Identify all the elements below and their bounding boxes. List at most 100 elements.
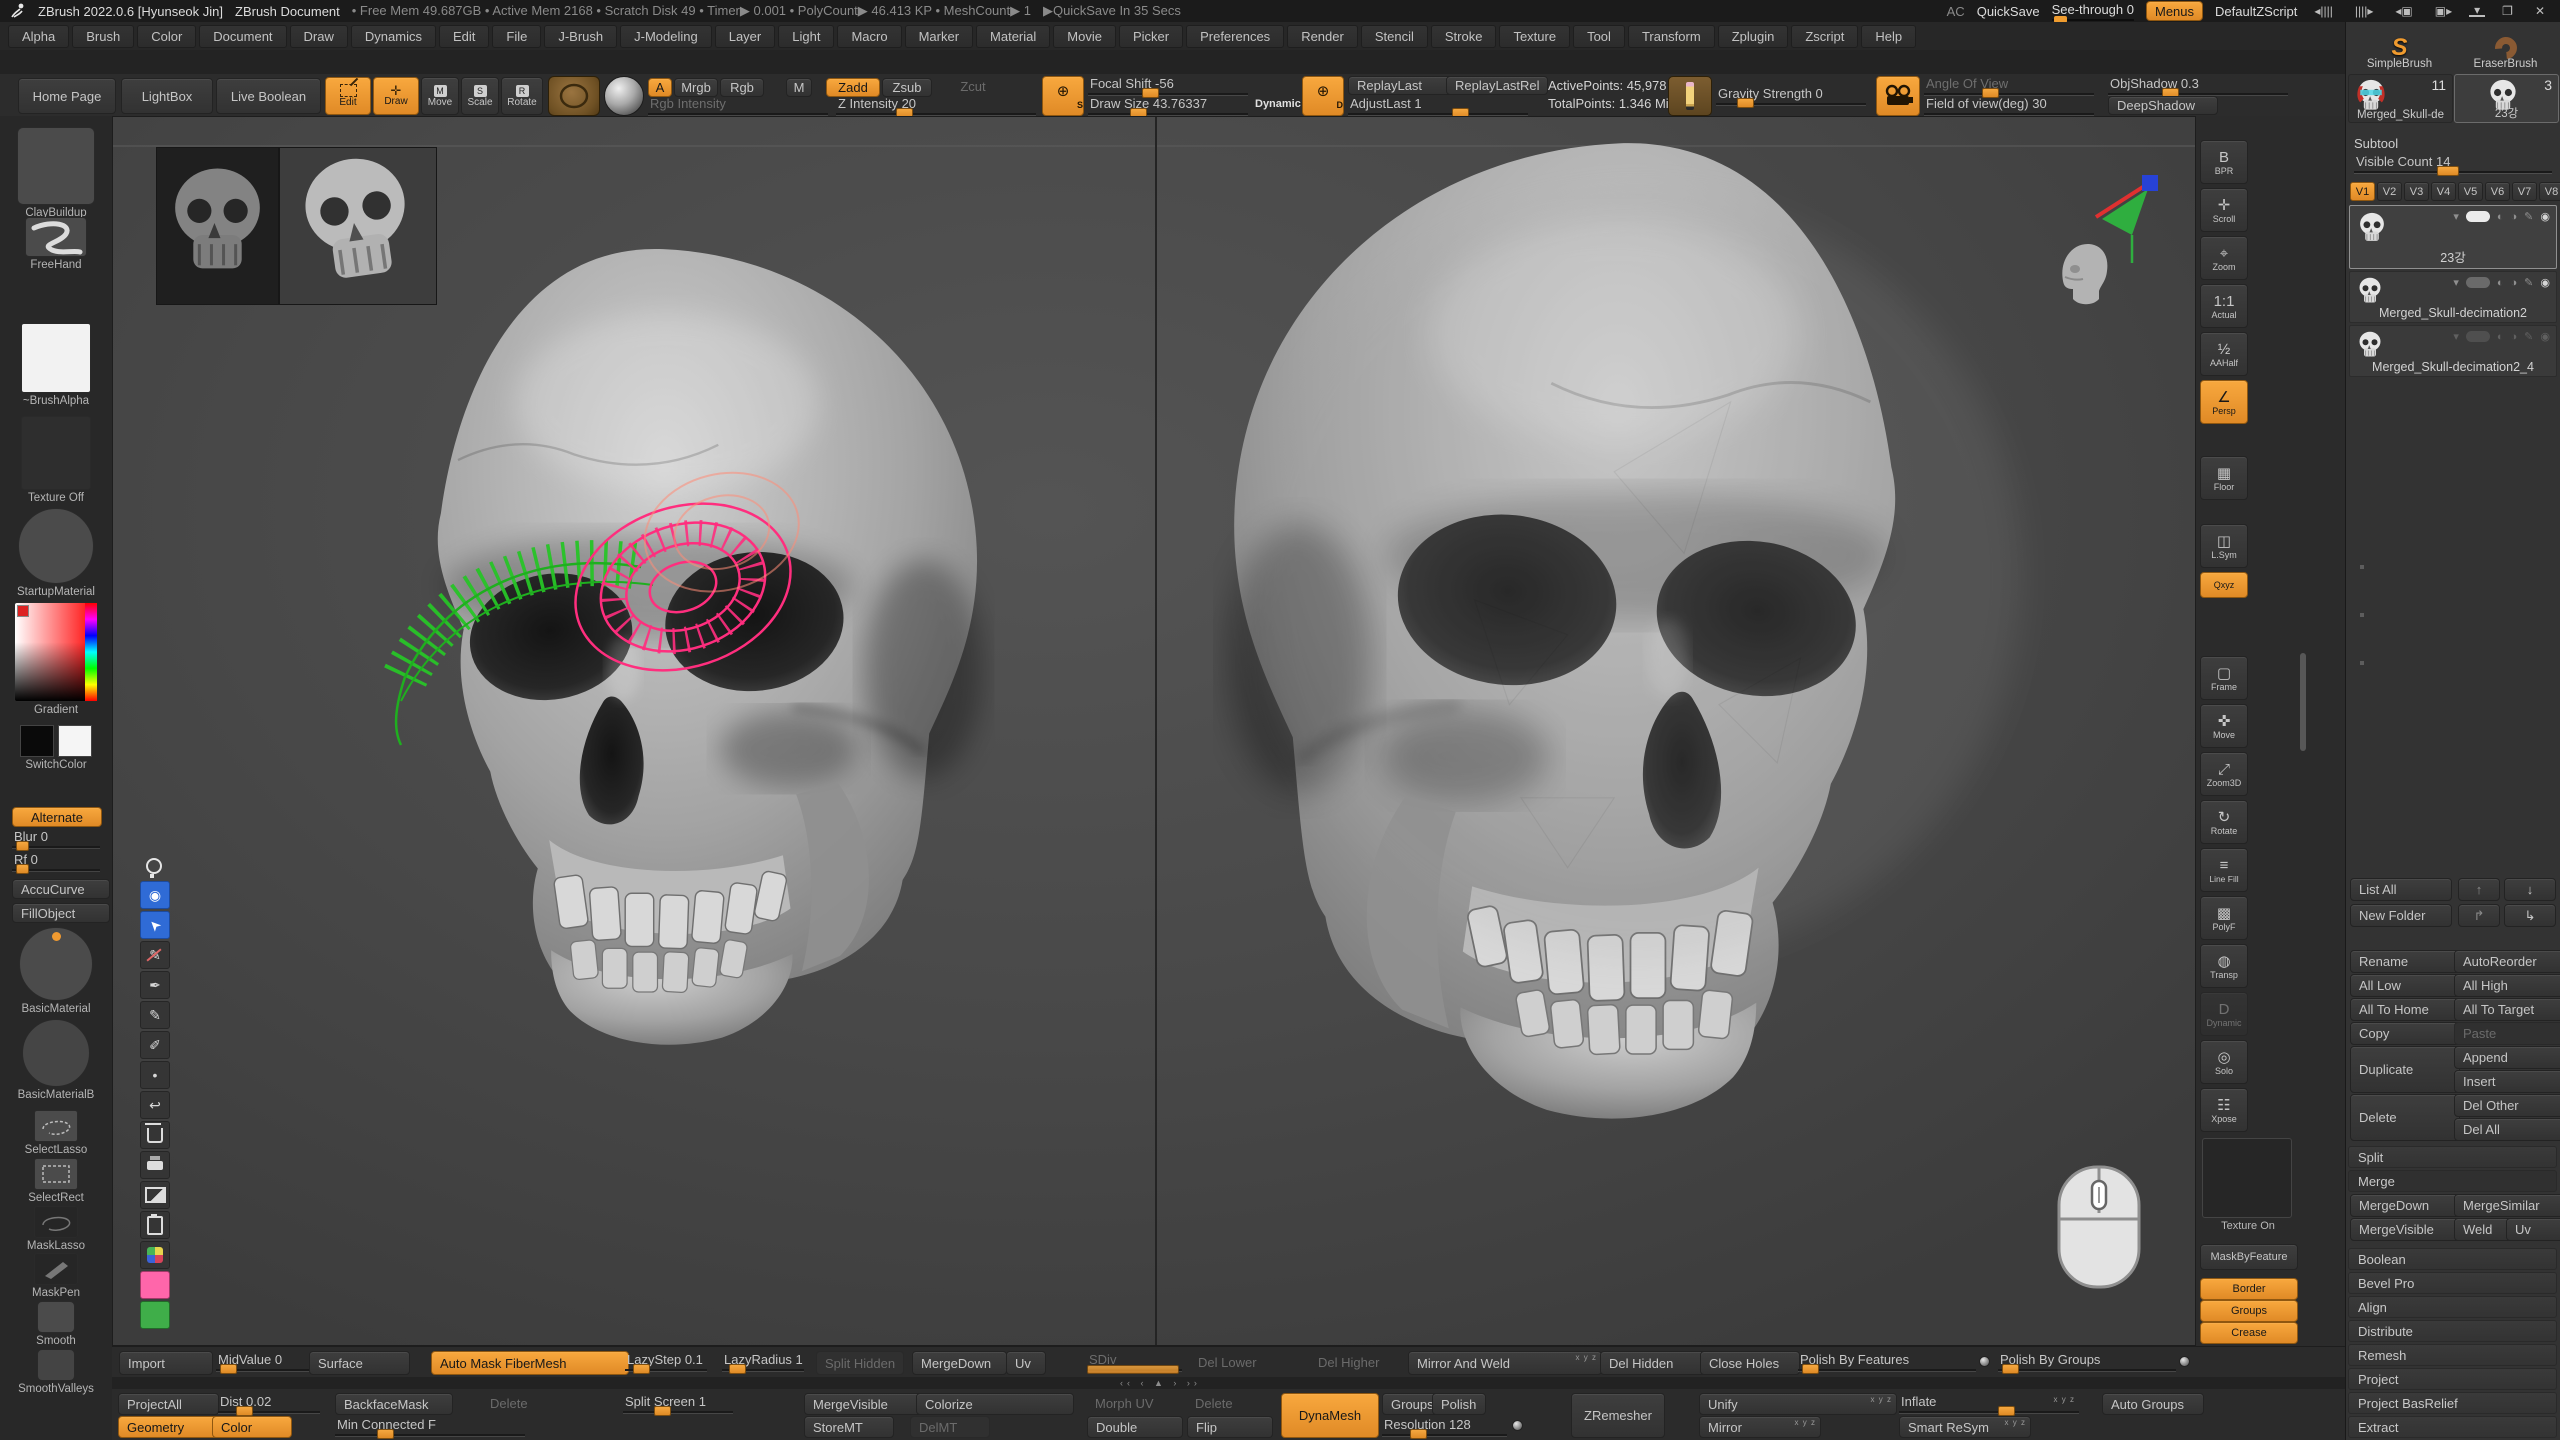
draw-size-slider[interactable]: Draw Size 43.76337 [1088,96,1248,116]
menu-brush[interactable]: Brush [72,25,134,48]
xpose-button[interactable]: ☷Xpose [2200,1088,2248,1132]
accucurve-button[interactable]: AccuCurve [12,879,110,899]
paste-button[interactable]: Paste [2454,1022,2560,1045]
midvalue-slider[interactable]: MidValue 0 [216,1352,311,1372]
resolution-slider[interactable]: Resolution 128 [1382,1417,1507,1437]
floor-grid-button[interactable]: ▦Floor [2200,456,2248,500]
startup-material-slot[interactable]: StartupMaterial [12,508,100,598]
del-hidden-button[interactable]: Del Hidden [1600,1351,1705,1375]
del-other-button[interactable]: Del Other [2454,1094,2560,1117]
alpha-slot[interactable]: ~BrushAlpha [12,323,100,407]
merge-section-header[interactable]: Merge [2348,1170,2557,1192]
delete-projection-button[interactable]: Delete [482,1393,592,1413]
brush-smooth-valleys[interactable]: SmoothValleys [12,1349,100,1395]
solo-button[interactable]: ◎Solo [2200,1040,2248,1084]
flick-arrow-icon[interactable]: ▾ [2453,210,2459,223]
default-zscript-button[interactable]: DefaultZScript [2215,4,2297,19]
z-intensity-slider[interactable]: Z Intensity 20 [836,96,1036,116]
flick-arrow-icon[interactable]: ▾ [2453,276,2459,289]
document-canvas[interactable]: ◉ ➤ ✎ ✒ ✎ ✐ • ↩ [112,116,2196,1346]
section-bevel-pro[interactable]: Bevel Pro [2348,1272,2557,1294]
append-button[interactable]: Append [2454,1046,2560,1069]
delete-2-button[interactable]: Delete [1187,1393,1283,1413]
stroke-size-icon[interactable]: ⊕S [1042,76,1084,116]
adjust-last-slider[interactable]: AdjustLast 1 [1348,96,1528,116]
zsub-button[interactable]: Zsub [882,78,932,97]
inflate-slider[interactable]: Inflate x y z [1899,1394,2079,1414]
close-holes-button[interactable]: Close Holes [1700,1351,1800,1375]
frame-mesh-button[interactable]: ▢Frame [2200,656,2248,700]
subtool-title[interactable]: Subtool [2346,134,2406,153]
texture-preview-box[interactable] [2202,1138,2292,1218]
mrgb-button[interactable]: Mrgb [674,78,718,97]
zcut-button[interactable]: Zcut [952,78,994,95]
polish-by-features-slider[interactable]: Polish By Features [1798,1352,1976,1372]
scroll-document-button[interactable]: ✛Scroll [2200,188,2248,232]
menu-jbrush[interactable]: J-Brush [544,25,617,48]
pink-swatch[interactable] [140,1271,170,1299]
blur-slider[interactable]: Blur 0 [12,829,100,849]
tab-v6[interactable]: V6 [2485,182,2510,201]
mergesimilar-button[interactable]: MergeSimilar [2454,1194,2560,1217]
section-project[interactable]: Project [2348,1368,2557,1390]
delete-button[interactable]: Delete [2350,1094,2460,1141]
border-button[interactable]: Border [2200,1278,2298,1300]
polish-by-groups-slider[interactable]: Polish By Groups [1998,1352,2176,1372]
polish-features-mode-dot[interactable] [1979,1356,1990,1367]
auto-mask-fibermesh-button[interactable]: Auto Mask FiberMesh [431,1351,629,1375]
menu-macro[interactable]: Macro [837,25,901,48]
menu-layer[interactable]: Layer [715,25,776,48]
rgb-button[interactable]: Rgb [720,78,764,97]
menu-texture[interactable]: Texture [1499,25,1570,48]
fillobject-button[interactable]: FillObject [12,903,110,923]
lazystep-slider[interactable]: LazyStep 0.1 [625,1352,707,1372]
insert-button[interactable]: Insert [2454,1070,2560,1093]
split-hidden-button[interactable]: Split Hidden [816,1351,904,1375]
brush-clay-buildup[interactable]: ClayBuildup [12,127,100,219]
brush-mask-lasso[interactable]: MaskLasso [12,1206,100,1252]
color-button[interactable]: Color [212,1416,292,1438]
material-basic[interactable]: BasicMaterial [12,927,100,1015]
undo-icon[interactable]: ↩ [140,1091,170,1119]
all-to-target-button[interactable]: All To Target [2454,998,2560,1021]
pencil-off-icon[interactable]: ✎ [140,941,170,969]
switch-color[interactable]: SwitchColor [12,725,100,771]
subtool-item-decimation2-4[interactable]: ▾ ◐ ◑ ✎ ◉ Merged_Skull-decimation2_4 [2349,325,2557,377]
menu-jmodeling[interactable]: J-Modeling [620,25,712,48]
double-button[interactable]: Double [1087,1416,1183,1438]
pencil-icon[interactable]: ✎ [140,1001,170,1029]
draw-button[interactable]: ✛ Draw [373,77,419,115]
alternate-button[interactable]: Alternate [12,807,102,827]
menu-picker[interactable]: Picker [1119,25,1183,48]
zoom-document-button[interactable]: ⌖Zoom [2200,236,2248,280]
color-palette-icon[interactable] [140,1241,170,1269]
brush-edit-icon[interactable]: ✎ [2524,276,2533,289]
tab-v4[interactable]: V4 [2431,182,2456,201]
menu-color[interactable]: Color [137,25,196,48]
duplicate-button[interactable]: Duplicate [2350,1046,2460,1093]
aahalf-button[interactable]: ½AAHalf [2200,332,2248,376]
color-picker[interactable]: Gradient [12,602,100,716]
eye-visibility-icon[interactable]: ◉ [2540,210,2550,223]
mask-by-feature-button[interactable]: MaskByFeature [2200,1244,2298,1270]
brush-smooth[interactable]: Smooth [12,1301,100,1347]
geometry-button[interactable]: Geometry [118,1416,218,1438]
tool-slot-23[interactable]: 3 23강 [2454,74,2559,123]
menu-draw[interactable]: Draw [290,25,348,48]
subtool-item-23[interactable]: ▾ ◐ ◑ ✎ ◉ 23강 [2349,205,2557,269]
perspective-button[interactable]: ∠Persp [2200,380,2248,424]
halftone-icon[interactable]: ◐ [2497,211,2504,223]
polypaint-toggle-icon[interactable] [2466,331,2490,342]
tab-v1[interactable]: V1 [2350,182,2375,201]
obj-shadow-slider[interactable]: ObjShadow 0.3 [2108,76,2288,96]
marker-icon[interactable]: ✐ [140,1031,170,1059]
lightbulb-icon[interactable] [140,853,168,879]
split-section-header[interactable]: Split [2348,1146,2557,1168]
rf-slider[interactable]: Rf 0 [12,852,100,872]
list-all-button[interactable]: List All [2350,878,2452,901]
brush-slot-simplebrush[interactable]: S SimpleBrush [2348,24,2451,71]
current-material-sphere[interactable] [604,76,644,116]
section-remesh[interactable]: Remesh [2348,1344,2557,1366]
layout-next-icon[interactable]: ▣▸ [2430,4,2457,18]
rgb-intensity-slider[interactable]: Rgb Intensity [648,96,828,116]
